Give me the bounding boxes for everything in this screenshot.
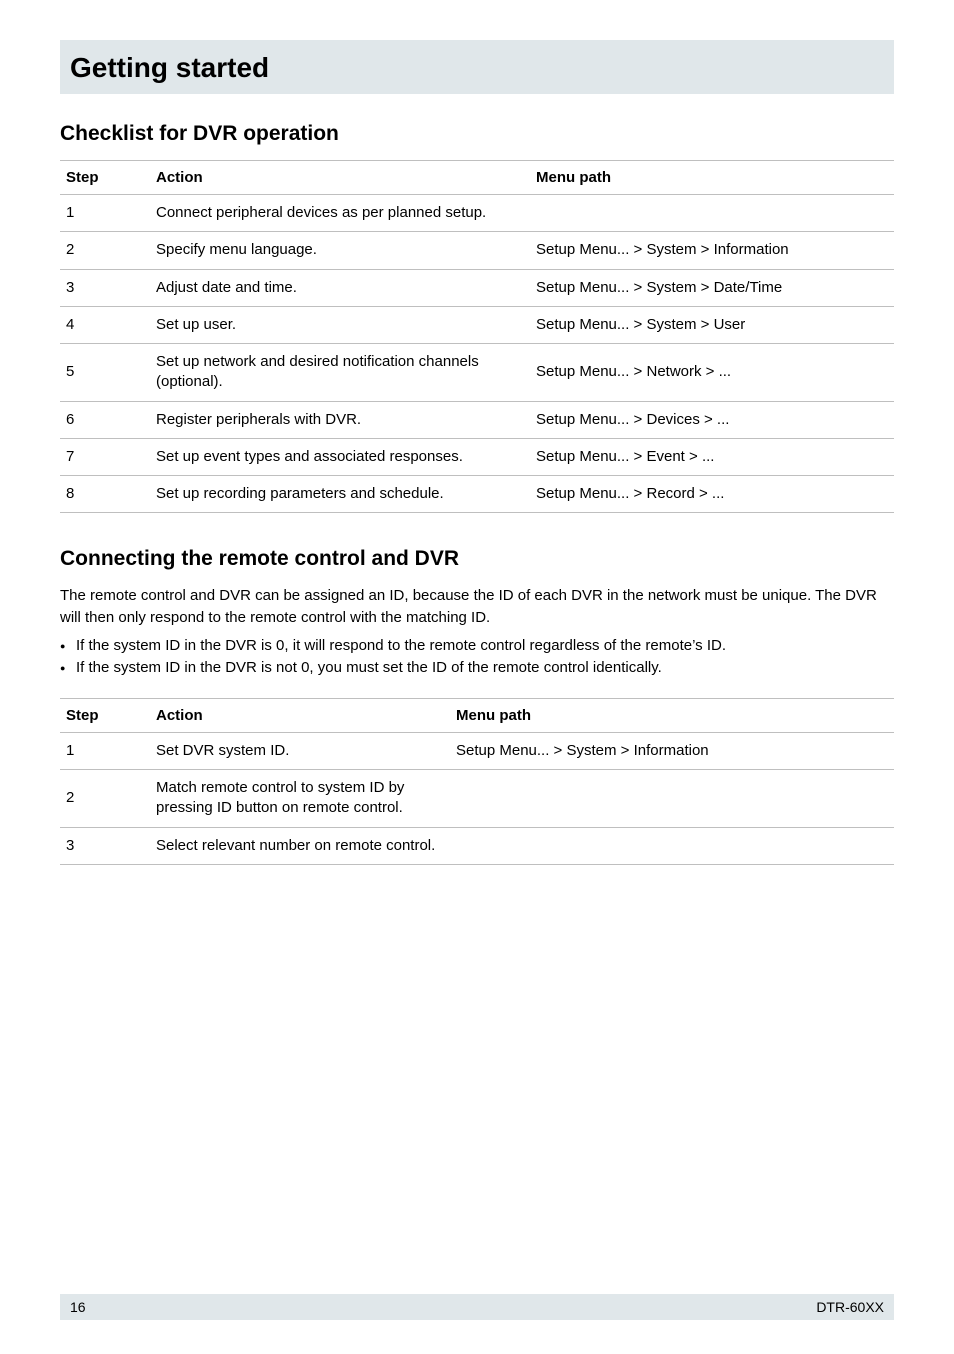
cell-step: 3 (60, 269, 150, 306)
table-header-row: Step Action Menu path (60, 698, 894, 732)
col-header-menu: Menu path (530, 161, 894, 195)
cell-step: 1 (60, 195, 150, 232)
col-header-action: Action (150, 161, 530, 195)
table-row: 7 Set up event types and associated resp… (60, 438, 894, 475)
cell-action: Adjust date and time. (150, 269, 530, 306)
list-item: If the system ID in the DVR is not 0, yo… (60, 657, 894, 680)
cell-step: 4 (60, 306, 150, 343)
cell-action: Specify menu language. (150, 232, 530, 269)
cell-menu: Setup Menu... > Network > ... (530, 344, 894, 402)
list-item: If the system ID in the DVR is 0, it wil… (60, 635, 894, 658)
table-row: 6 Register peripherals with DVR. Setup M… (60, 401, 894, 438)
cell-menu: Setup Menu... > System > User (530, 306, 894, 343)
cell-step: 6 (60, 401, 150, 438)
page-footer: 16 DTR-60XX (0, 1294, 954, 1320)
col-header-action: Action (150, 698, 450, 732)
cell-menu (450, 827, 894, 864)
cell-menu (450, 770, 894, 828)
table-row: 4 Set up user. Setup Menu... > System > … (60, 306, 894, 343)
col-header-step: Step (60, 698, 150, 732)
table-row: 3 Select relevant number on remote contr… (60, 827, 894, 864)
cell-step: 7 (60, 438, 150, 475)
table-row: 1 Set DVR system ID. Setup Menu... > Sys… (60, 732, 894, 769)
table-row: 2 Match remote control to system ID by p… (60, 770, 894, 828)
table-header-row: Step Action Menu path (60, 161, 894, 195)
table-row: 8 Set up recording parameters and schedu… (60, 476, 894, 513)
table-row: 2 Specify menu language. Setup Menu... >… (60, 232, 894, 269)
intro-paragraph: The remote control and DVR can be assign… (60, 585, 894, 629)
col-header-step: Step (60, 161, 150, 195)
cell-menu: Setup Menu... > Event > ... (530, 438, 894, 475)
doc-id: DTR-60XX (816, 1299, 884, 1315)
cell-menu (530, 195, 894, 232)
cell-action: Set DVR system ID. (150, 732, 450, 769)
page-title: Getting started (70, 52, 884, 84)
cell-menu: Setup Menu... > Devices > ... (530, 401, 894, 438)
section-heading-remote: Connecting the remote control and DVR (60, 547, 894, 571)
cell-action: Select relevant number on remote control… (150, 827, 450, 864)
table-remote: Step Action Menu path 1 Set DVR system I… (60, 698, 894, 865)
bullet-list: If the system ID in the DVR is 0, it wil… (60, 635, 894, 680)
cell-menu: Setup Menu... > Record > ... (530, 476, 894, 513)
cell-action: Set up event types and associated respon… (150, 438, 530, 475)
cell-action: Connect peripheral devices as per planne… (150, 195, 530, 232)
cell-action: Set up recording parameters and schedule… (150, 476, 530, 513)
table-row: 5 Set up network and desired notificatio… (60, 344, 894, 402)
page-number: 16 (70, 1299, 86, 1315)
cell-step: 2 (60, 232, 150, 269)
cell-step: 8 (60, 476, 150, 513)
cell-action: Set up network and desired notification … (150, 344, 530, 402)
cell-action: Match remote control to system ID by pre… (150, 770, 450, 828)
cell-step: 2 (60, 770, 150, 828)
cell-step: 1 (60, 732, 150, 769)
section-heading-checklist: Checklist for DVR operation (60, 122, 894, 146)
cell-action: Set up user. (150, 306, 530, 343)
col-header-menu: Menu path (450, 698, 894, 732)
cell-step: 5 (60, 344, 150, 402)
cell-menu: Setup Menu... > System > Information (530, 232, 894, 269)
table-checklist: Step Action Menu path 1 Connect peripher… (60, 160, 894, 513)
table-row: 1 Connect peripheral devices as per plan… (60, 195, 894, 232)
cell-action: Register peripherals with DVR. (150, 401, 530, 438)
cell-step: 3 (60, 827, 150, 864)
table-row: 3 Adjust date and time. Setup Menu... > … (60, 269, 894, 306)
footer-bar: 16 DTR-60XX (60, 1294, 894, 1320)
cell-menu: Setup Menu... > System > Date/Time (530, 269, 894, 306)
page-title-bar: Getting started (60, 40, 894, 94)
cell-menu: Setup Menu... > System > Information (450, 732, 894, 769)
